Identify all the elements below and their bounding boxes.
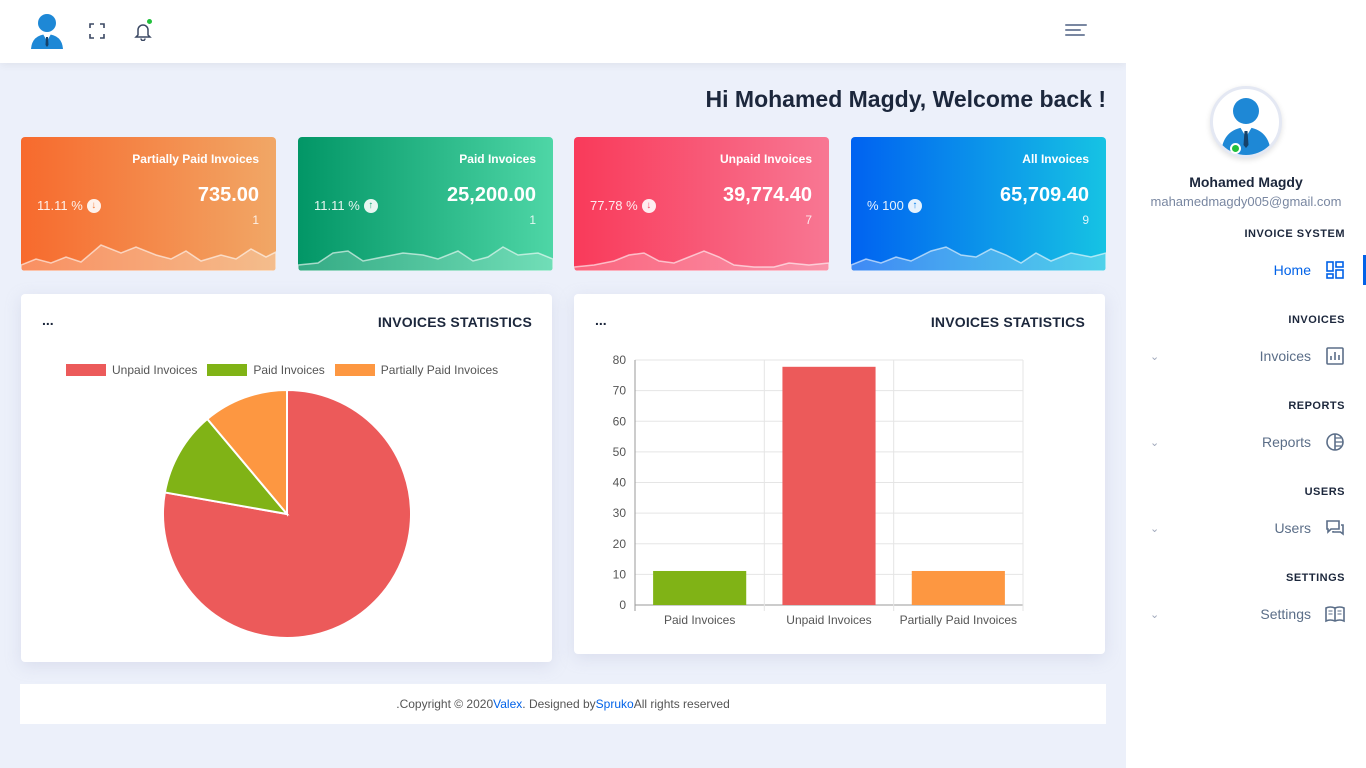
y-tick-label: 40	[613, 476, 627, 490]
card-amount: 735.00	[197, 184, 259, 206]
card-count: 7	[805, 213, 812, 227]
x-tick-label: Paid Invoices	[664, 613, 735, 627]
pie-chart-panel: ... INVOICES STATISTICS Unpaid Invoices …	[21, 294, 552, 662]
chevron-down-icon: ⌄	[1150, 350, 1160, 363]
card-title: Partially Paid Invoices	[132, 152, 259, 166]
sidebar-item-home[interactable]: Home	[1126, 255, 1366, 285]
section-heading-users: USERS	[1304, 486, 1345, 498]
percent-value: 11.11 %	[37, 198, 83, 213]
arrow-down-icon: ↓	[641, 198, 656, 213]
bar-chart-panel: ... INVOICES STATISTICS 0 10 20 30 40 50 60 70 8…	[574, 294, 1105, 654]
y-tick-label: 30	[613, 506, 627, 520]
footer-suffix: All rights reserved	[633, 697, 730, 711]
sidebar-item-settings[interactable]: ⌄ Settings	[1126, 599, 1366, 629]
pie-chart	[162, 388, 412, 639]
card-amount: 25,200.00	[447, 184, 536, 206]
welcome-heading: Hi Mohamed Magdy, Welcome back !	[705, 86, 1106, 112]
card-percent: 77.78 % ↓	[590, 198, 656, 213]
user-name: Mohamed Magdy	[1189, 174, 1303, 190]
bar-chart: 0 10 20 30 40 50 60 70 80 Paid Invoices Unpaid Inv…	[613, 353, 1024, 627]
card-partially-paid[interactable]: Partially Paid Invoices 735.00 1 11.11 %…	[21, 137, 276, 271]
y-tick-label: 60	[613, 414, 627, 428]
sidebar-item-label: Invoices	[1259, 348, 1311, 364]
arrow-up-icon: ↑	[363, 198, 378, 213]
arrow-down-icon: ↓	[86, 198, 101, 213]
y-tick-label: 50	[613, 445, 627, 459]
arrow-up-icon: ↑	[907, 198, 922, 213]
sidebar-item-label: Home	[1273, 262, 1311, 278]
chevron-down-icon: ⌄	[1150, 522, 1160, 535]
x-tick-label: Unpaid Invoices	[786, 613, 871, 627]
user-avatar[interactable]	[1210, 86, 1282, 158]
chat-icon	[1326, 520, 1344, 536]
percent-value: 11.11 %	[314, 198, 360, 213]
bell-icon[interactable]	[132, 18, 154, 42]
card-unpaid[interactable]: Unpaid Invoices 39,774.40 7 77.78 % ↓	[574, 137, 829, 271]
footer-brand-link[interactable]: Valex	[493, 697, 522, 711]
percent-value: 77.78 %	[590, 198, 638, 213]
sparkline	[574, 250, 829, 271]
card-title: All Invoices	[1022, 152, 1089, 166]
card-percent: 11.11 % ↓	[37, 198, 101, 213]
sidebar-item-label: Settings	[1260, 606, 1311, 622]
card-title: Paid Invoices	[459, 152, 536, 166]
y-tick-label: 20	[613, 537, 627, 551]
card-amount: 65,709.40	[1000, 184, 1089, 206]
card-count: 1	[252, 213, 259, 227]
section-heading-invoice-system: INVOICE SYSTEM	[1244, 228, 1345, 240]
section-heading-settings: SETTINGS	[1285, 572, 1345, 584]
sidebar-item-label: Users	[1274, 520, 1311, 536]
book-icon	[1325, 606, 1345, 623]
user-avatar-icon[interactable]	[28, 11, 66, 51]
percent-value: % 100	[867, 198, 904, 213]
card-percent: % 100 ↑	[867, 198, 922, 213]
card-count: 1	[529, 213, 536, 227]
notification-dot	[146, 18, 153, 25]
sidebar-item-reports[interactable]: ⌄ Reports	[1126, 427, 1366, 457]
card-title: Unpaid Invoices	[719, 152, 812, 166]
y-tick-label: 0	[619, 598, 626, 612]
section-heading-invoices: INVOICES	[1288, 314, 1345, 326]
fullscreen-icon[interactable]	[86, 20, 108, 42]
dashboard-icon	[1326, 261, 1344, 279]
sidebar-item-invoices[interactable]: ⌄ Invoices	[1126, 341, 1366, 371]
pie-chart-icon	[1326, 433, 1344, 451]
bar-partially-paid-invoices	[911, 570, 1005, 605]
top-header	[0, 0, 1126, 63]
user-email: mahamedmagdy005@gmail.com	[1150, 194, 1342, 209]
chevron-down-icon: ⌄	[1150, 608, 1160, 621]
sidebar: Mohamed Magdy mahamedmagdy005@gmail.com …	[1126, 0, 1366, 768]
footer: .Copyright © 2020 Valex. Designed by Spr…	[20, 684, 1106, 724]
section-heading-reports: REPORTS	[1288, 400, 1345, 412]
sparkline	[298, 246, 553, 271]
sparkline	[851, 246, 1106, 271]
chevron-down-icon: ⌄	[1150, 436, 1160, 449]
bar-paid-invoices	[653, 570, 747, 605]
hamburger-icon[interactable]	[1065, 24, 1087, 40]
footer-designer-link[interactable]: Spruko	[596, 697, 634, 711]
card-paid[interactable]: Paid Invoices 25,200.00 1 11.11 % ↑	[298, 137, 553, 271]
online-status-dot	[1230, 143, 1241, 154]
sparkline	[21, 244, 276, 271]
card-all[interactable]: All Invoices 65,709.40 9 % 100 ↑	[851, 137, 1106, 271]
y-tick-label: 80	[613, 353, 627, 367]
footer-prefix: .Copyright © 2020	[396, 697, 494, 711]
card-amount: 39,774.40	[723, 184, 812, 206]
card-percent: 11.11 % ↑	[314, 198, 378, 213]
sidebar-item-label: Reports	[1261, 434, 1311, 450]
bar-chart-icon	[1326, 347, 1344, 365]
y-tick-label: 70	[613, 384, 627, 398]
footer-middle: . Designed by	[522, 697, 596, 711]
y-tick-label: 10	[613, 567, 627, 581]
sidebar-item-users[interactable]: ⌄ Users	[1126, 513, 1366, 543]
bar-unpaid-invoices	[782, 366, 876, 605]
x-tick-label: Partially Paid Invoices	[900, 613, 1017, 627]
card-count: 9	[1082, 213, 1089, 227]
